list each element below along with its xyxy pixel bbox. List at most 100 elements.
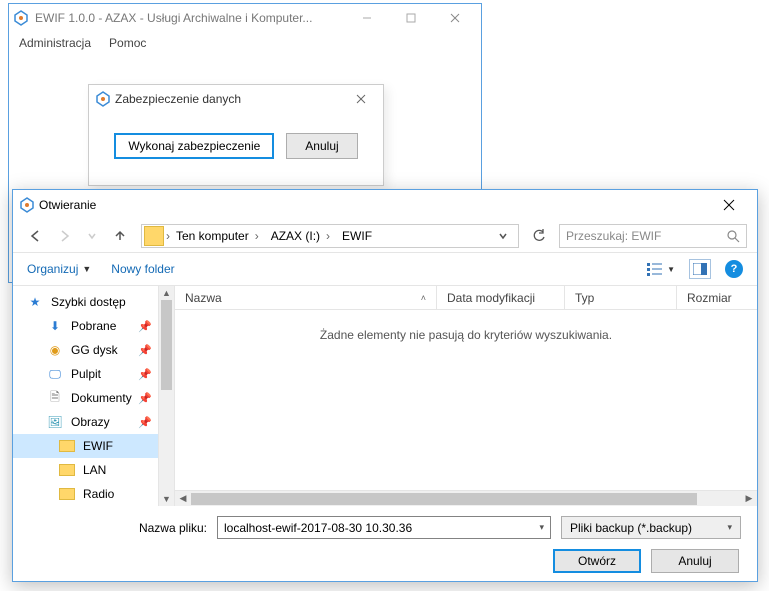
nav-recent-dropdown[interactable]: [79, 223, 105, 249]
app-menubar: Administracja Pomoc: [9, 32, 481, 54]
column-label: Nazwa: [185, 291, 222, 305]
chevron-down-icon: ▾: [539, 522, 544, 533]
nav-back-button[interactable]: [23, 223, 49, 249]
nav-row: › Ten komputer › AZAX (I:)› EWIF Przeszuk…: [13, 220, 757, 252]
sidebar-scrollbar[interactable]: ▲ ▼: [158, 286, 174, 506]
filetype-value: Pliki backup (*.backup): [570, 521, 692, 535]
star-icon: ★: [27, 294, 43, 310]
view-mode-button[interactable]: ▼: [647, 262, 675, 276]
chevron-down-icon: ▼: [667, 265, 675, 274]
desktop-icon: 🖵: [47, 366, 63, 382]
breadcrumb-bar[interactable]: › Ten komputer › AZAX (I:)› EWIF: [141, 224, 519, 248]
organize-label: Organizuj: [27, 262, 78, 276]
nav-forward-button[interactable]: [51, 223, 77, 249]
scroll-right-arrow[interactable]: ▶: [741, 493, 757, 504]
open-file-dialog: Otwieranie › Ten komputer › AZAX (I:)› EW…: [12, 189, 758, 582]
filename-input[interactable]: localhost-ewif-2017-08-30 10.30.36 ▾: [217, 516, 551, 539]
breadcrumb-segment[interactable]: Ten komputer ›: [170, 225, 265, 247]
search-placeholder: Przeszukaj: EWIF: [566, 229, 661, 243]
refresh-button[interactable]: [527, 224, 551, 248]
backup-cancel-button[interactable]: Anuluj: [286, 133, 357, 159]
app-logo-icon: [13, 10, 29, 26]
cancel-button[interactable]: Anuluj: [651, 549, 739, 573]
horizontal-scrollbar[interactable]: ◀ ▶: [175, 490, 757, 506]
disk-icon: ◉: [47, 342, 63, 358]
sidebar-item-downloads[interactable]: ⬇Pobrane📌: [13, 314, 158, 338]
app-titlebar: EWIF 1.0.0 - AZAX - Usługi Archiwalne i …: [9, 4, 481, 32]
pin-icon: 📌: [138, 392, 152, 405]
column-headers: Nazwa ˄ Data modyfikacji Typ Rozmiar: [175, 286, 757, 310]
column-size[interactable]: Rozmiar: [677, 286, 757, 309]
open-dialog-title: Otwieranie: [35, 198, 707, 212]
sidebar-item-label: Pobrane: [71, 319, 116, 333]
folder-icon: [144, 226, 164, 246]
preview-pane-button[interactable]: [689, 259, 711, 279]
scroll-up-arrow[interactable]: ▲: [159, 286, 174, 300]
breadcrumb-label: Ten komputer: [176, 229, 249, 243]
scroll-track[interactable]: [191, 493, 741, 505]
breadcrumb-segment[interactable]: AZAX (I:)›: [265, 225, 336, 247]
backup-dialog-buttons: Wykonaj zabezpieczenie Anuluj: [89, 133, 383, 159]
minimize-button[interactable]: [345, 4, 389, 32]
breadcrumb-segment[interactable]: EWIF: [336, 225, 378, 247]
sidebar-quick-access[interactable]: ★ Szybki dostęp: [13, 290, 158, 314]
scroll-left-arrow[interactable]: ◀: [175, 493, 191, 504]
do-backup-button[interactable]: Wykonaj zabezpieczenie: [114, 133, 274, 159]
organize-menu[interactable]: Organizuj ▼: [27, 262, 91, 276]
column-type[interactable]: Typ: [565, 286, 677, 309]
sidebar-item-radio[interactable]: Radio: [13, 482, 158, 506]
scroll-thumb[interactable]: [191, 493, 697, 505]
sidebar: ★ Szybki dostęp ⬇Pobrane📌 ◉ GG dysk 📌 🖵Pul…: [13, 286, 175, 506]
chevron-right-icon: ›: [326, 229, 330, 243]
column-modified[interactable]: Data modyfikacji: [437, 286, 565, 309]
close-button[interactable]: [433, 4, 477, 32]
sidebar-item-label: GG dysk: [71, 343, 118, 357]
folder-icon: [59, 488, 75, 500]
backup-dialog: Zabezpieczenie danych Wykonaj zabezpiecz…: [88, 84, 384, 186]
folder-icon: [59, 440, 75, 452]
chevron-right-icon: ›: [255, 229, 259, 243]
scroll-down-arrow[interactable]: ▼: [159, 492, 174, 506]
sidebar-item-pictures[interactable]: 🖼 Obrazy 📌: [13, 410, 158, 434]
column-name[interactable]: Nazwa ˄: [175, 286, 437, 309]
sort-indicator-icon: ˄: [421, 293, 426, 303]
pictures-icon: 🖼: [47, 414, 63, 430]
help-button[interactable]: ?: [725, 260, 743, 278]
file-list-pane: Nazwa ˄ Data modyfikacji Typ Rozmiar Żadn…: [175, 286, 757, 506]
sidebar-item-documents[interactable]: 🗎Dokumenty📌: [13, 386, 158, 410]
sidebar-item-ewif[interactable]: EWIF: [13, 434, 158, 458]
backup-dialog-title: Zabezpieczenie danych: [111, 92, 345, 106]
nav-up-button[interactable]: [107, 223, 133, 249]
open-dialog-footer: Nazwa pliku: localhost-ewif-2017-08-30 1…: [13, 506, 757, 585]
backup-dialog-titlebar: Zabezpieczenie danych: [89, 85, 383, 113]
sidebar-item-ggdysk[interactable]: ◉GG dysk📌: [13, 338, 158, 362]
backup-close-button[interactable]: [345, 85, 377, 113]
empty-list-message: Żadne elementy nie pasują do kryteriów w…: [175, 310, 757, 490]
menu-help[interactable]: Pomoc: [109, 36, 146, 50]
app-logo-icon: [95, 91, 111, 107]
sidebar-item-label: EWIF: [83, 439, 113, 453]
sidebar-item-label: Szybki dostęp: [51, 295, 126, 309]
sidebar-item-label: Obrazy: [71, 415, 110, 429]
sidebar-item-label: Dokumenty: [71, 391, 132, 405]
new-folder-button[interactable]: Nowy folder: [111, 262, 174, 276]
filename-label: Nazwa pliku:: [29, 521, 207, 535]
scroll-thumb[interactable]: [161, 300, 172, 390]
search-input[interactable]: Przeszukaj: EWIF: [559, 224, 747, 248]
sidebar-item-label: Radio: [83, 487, 114, 501]
breadcrumb-dropdown[interactable]: [498, 231, 516, 241]
open-close-button[interactable]: [707, 191, 751, 219]
filename-value: localhost-ewif-2017-08-30 10.30.36: [224, 521, 412, 535]
app-title: EWIF 1.0.0 - AZAX - Usługi Archiwalne i …: [35, 11, 345, 25]
open-button[interactable]: Otwórz: [553, 549, 641, 573]
menu-admin[interactable]: Administracja: [19, 36, 91, 50]
pin-icon: 📌: [138, 416, 152, 429]
folder-icon: [59, 464, 75, 476]
open-dialog-titlebar: Otwieranie: [13, 190, 757, 220]
sidebar-list: ★ Szybki dostęp ⬇Pobrane📌 ◉ GG dysk 📌 🖵Pul…: [13, 286, 158, 506]
maximize-button[interactable]: [389, 4, 433, 32]
sidebar-item-lan[interactable]: LAN: [13, 458, 158, 482]
filetype-select[interactable]: Pliki backup (*.backup) ▾: [561, 516, 741, 539]
sidebar-item-desktop[interactable]: 🖵Pulpit📌: [13, 362, 158, 386]
search-icon: [727, 230, 740, 243]
